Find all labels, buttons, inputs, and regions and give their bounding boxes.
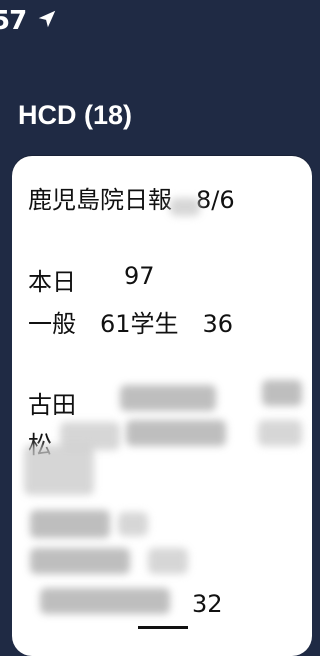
redaction-blur bbox=[120, 385, 216, 411]
today-value: 97 bbox=[124, 262, 155, 290]
chat-title[interactable]: HCD (18) bbox=[18, 100, 132, 131]
redaction-blur bbox=[170, 198, 200, 216]
redaction-blur bbox=[126, 420, 226, 446]
report-title: 鹿児島院日報 8/6 bbox=[28, 186, 235, 214]
redaction-blur bbox=[40, 588, 170, 614]
redaction-blur bbox=[30, 510, 110, 538]
redaction-blur bbox=[258, 420, 302, 446]
location-arrow-icon bbox=[38, 10, 56, 28]
chat-header: HCD (18) bbox=[0, 40, 296, 160]
today-label: 本日 bbox=[28, 268, 76, 296]
redaction-blur bbox=[148, 548, 188, 574]
redaction-blur bbox=[118, 512, 148, 536]
status-bar: 57 bbox=[0, 0, 296, 40]
general-student-line: 一般 61学生 36 bbox=[28, 310, 234, 338]
underline-divider bbox=[138, 626, 188, 629]
redaction-blur bbox=[30, 548, 130, 574]
name-line-1: 古田 bbox=[28, 391, 76, 419]
end-value: 32 bbox=[192, 590, 223, 618]
redaction-blur bbox=[24, 445, 94, 495]
redaction-blur bbox=[262, 380, 302, 406]
status-time: 57 bbox=[0, 6, 27, 36]
